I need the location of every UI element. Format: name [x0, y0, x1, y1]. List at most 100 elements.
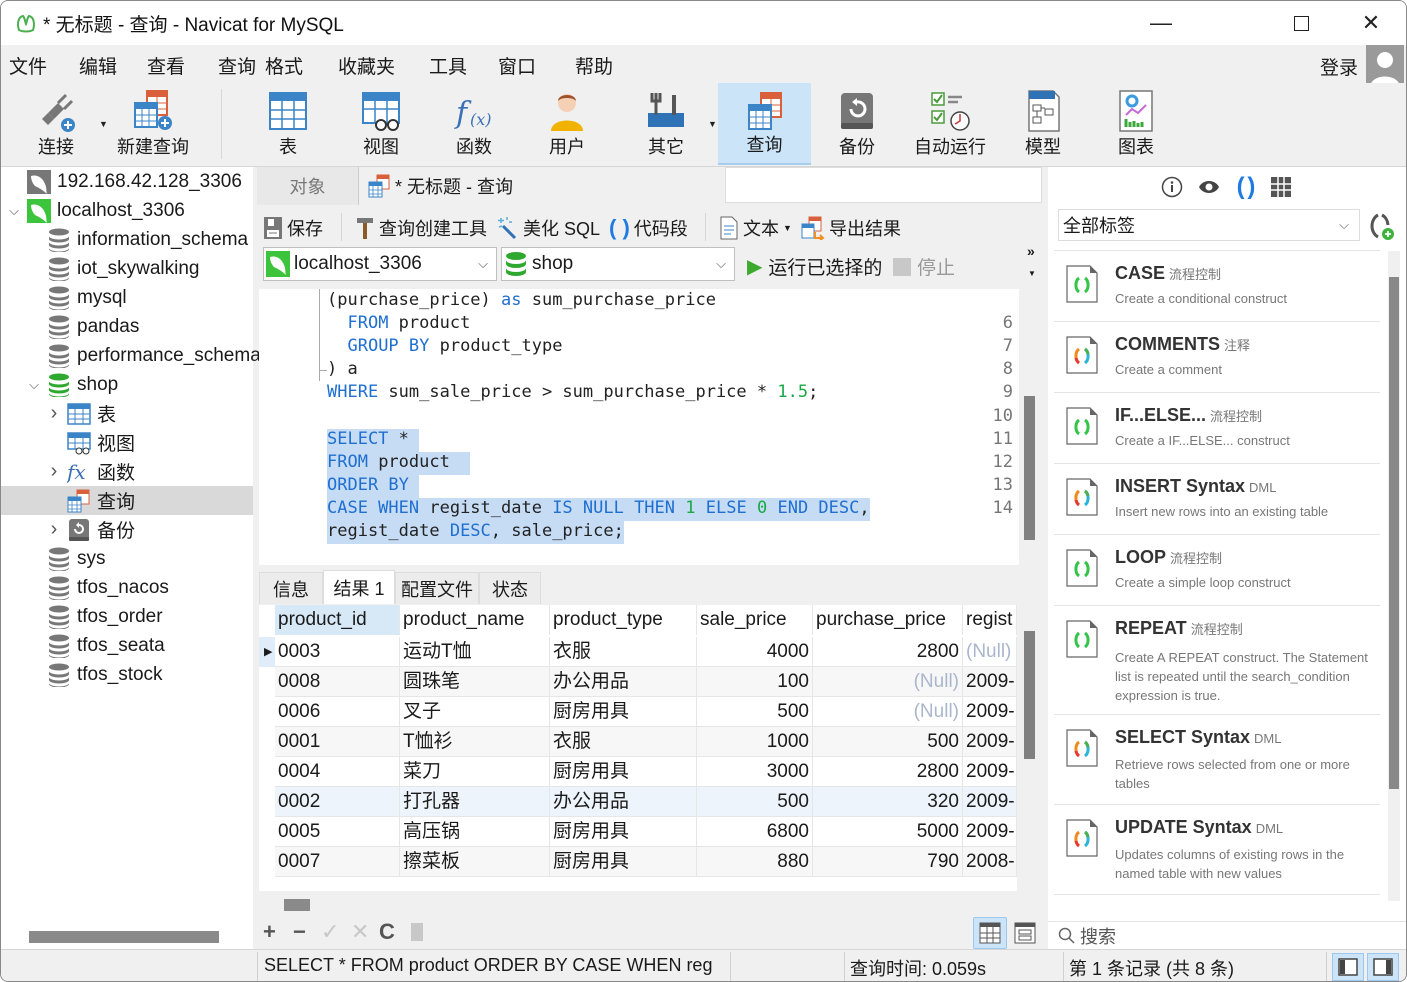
tab-info[interactable]: 信息: [259, 572, 323, 604]
table-cell[interactable]: 2009-: [963, 817, 1017, 847]
table-cell[interactable]: 0006: [275, 697, 400, 727]
toggle-left-panel-button[interactable]: [1332, 953, 1364, 981]
row-indicator[interactable]: [259, 847, 275, 877]
run-selected-button[interactable]: ▶ 运行已选择的: [747, 253, 882, 280]
tree-item-performance_schema[interactable]: performance_schema: [1, 341, 261, 370]
grid-horizontal-scrollbar-thumb[interactable]: [284, 899, 310, 911]
table-cell[interactable]: 4000: [697, 637, 813, 667]
toggle-right-panel-button[interactable]: [1367, 953, 1399, 981]
toolbar-backup-button[interactable]: 备份: [820, 83, 894, 165]
table-cell[interactable]: 厨房用具: [550, 757, 697, 787]
column-header-regist[interactable]: regist: [963, 605, 1017, 635]
tree-item-queries[interactable]: 查询: [1, 486, 253, 515]
chevron-down-icon[interactable]: ⌵: [7, 203, 21, 218]
tree-item-backups[interactable]: › 备份: [1, 515, 253, 544]
table-cell[interactable]: 0002: [275, 787, 400, 817]
grid-view-button[interactable]: [973, 917, 1007, 949]
tree-item-mysql[interactable]: mysql: [1, 283, 253, 312]
row-indicator[interactable]: [259, 697, 275, 727]
editor-scrollbar-thumb[interactable]: [1024, 396, 1035, 540]
table-cell[interactable]: (Null): [813, 667, 963, 697]
tab-profile[interactable]: 配置文件: [395, 572, 479, 604]
toolbar-new-query-button[interactable]: 新建查询: [111, 83, 195, 165]
stop-button[interactable]: 停止: [893, 253, 955, 280]
toolbar-overflow-dropdown-icon[interactable]: ▼: [1028, 269, 1036, 278]
table-row[interactable]: 0008 圆珠笔 办公用品 100 (Null) 2009-: [259, 667, 1017, 697]
table-row[interactable]: 0001 T恤衫 衣服 1000 500 2009-: [259, 727, 1017, 757]
table-cell[interactable]: 衣服: [550, 727, 697, 757]
current-row-indicator[interactable]: ▶: [259, 637, 275, 667]
table-cell[interactable]: 擦菜板: [400, 847, 550, 877]
menu-view[interactable]: 查看: [147, 52, 185, 79]
preview-tab-button[interactable]: [1197, 175, 1221, 199]
tree-item-tfos_stock[interactable]: tfos_stock: [1, 660, 253, 689]
table-cell[interactable]: 5000: [813, 817, 963, 847]
chevron-right-icon[interactable]: ›: [47, 402, 61, 424]
table-cell[interactable]: 办公用品: [550, 667, 697, 697]
table-cell[interactable]: 500: [697, 787, 813, 817]
table-cell[interactable]: 2008-: [963, 847, 1017, 877]
table-cell[interactable]: 2009-: [963, 787, 1017, 817]
toolbar-overflow-icon[interactable]: »: [1027, 243, 1035, 259]
code-snippet-button[interactable]: ( ) 代码段: [609, 215, 688, 241]
tree-item-tfos_nacos[interactable]: tfos_nacos: [1, 573, 253, 602]
table-cell[interactable]: 高压锅: [400, 817, 550, 847]
table-row[interactable]: 0005 高压锅 厨房用具 6800 5000 2009-: [259, 817, 1017, 847]
close-button[interactable]: ✕: [1336, 1, 1406, 45]
table-cell[interactable]: 2009-: [963, 757, 1017, 787]
column-header-product_type[interactable]: product_type: [550, 605, 697, 635]
tag-filter-select[interactable]: 全部标签 ⌵: [1058, 209, 1360, 241]
table-cell[interactable]: 运动T恤: [400, 637, 550, 667]
tree-item-tfos_order[interactable]: tfos_order: [1, 602, 253, 631]
info-tab-button[interactable]: [1160, 175, 1184, 199]
row-indicator[interactable]: [259, 727, 275, 757]
tab-query[interactable]: * 无标题 - 查询: [361, 167, 725, 205]
table-row[interactable]: 0004 菜刀 厨房用具 3000 2800 2009-: [259, 757, 1017, 787]
save-button[interactable]: 保存: [263, 215, 323, 241]
tree-item-sys[interactable]: sys: [1, 544, 253, 573]
code-line[interactable]: ) a: [327, 359, 358, 382]
code-line[interactable]: (purchase_price) as sum_purchase_price: [327, 290, 716, 313]
code-line[interactable]: FROM product: [327, 313, 470, 336]
code-line[interactable]: ORDER BY: [327, 474, 420, 498]
table-cell[interactable]: (Null): [963, 637, 1017, 667]
discard-changes-button[interactable]: ✕: [351, 919, 369, 945]
table-cell[interactable]: 2009-: [963, 697, 1017, 727]
snippet-search-input[interactable]: 搜索: [1048, 921, 1406, 949]
new-snippet-button[interactable]: [1366, 211, 1396, 241]
chevron-right-icon[interactable]: ›: [47, 460, 61, 482]
column-header-product_id[interactable]: product_id: [275, 605, 400, 635]
table-cell[interactable]: 2009-: [963, 667, 1017, 697]
tree-item-localhost_3306[interactable]: ⌵ localhost_3306: [1, 196, 253, 225]
table-cell[interactable]: 打孔器: [400, 787, 550, 817]
table-cell[interactable]: 100: [697, 667, 813, 697]
tree-item-shop[interactable]: ⌵ shop: [1, 370, 253, 399]
code-line[interactable]: FROM product: [327, 451, 471, 475]
tab-status[interactable]: 状态: [479, 572, 541, 604]
tree-item-19216842128_3306[interactable]: 192.168.42.128_3306: [1, 167, 253, 196]
menu-query[interactable]: 查询: [218, 52, 256, 79]
table-cell[interactable]: 1000: [697, 727, 813, 757]
column-header-product_name[interactable]: product_name: [400, 605, 550, 635]
code-line[interactable]: CASE WHEN regist_date IS NULL THEN 1 ELS…: [327, 497, 870, 521]
toolbar-chart-button[interactable]: 图表: [1099, 83, 1173, 165]
toolbar-connection-button[interactable]: 连接: [19, 83, 93, 165]
tree-item-information_schema[interactable]: information_schema: [1, 225, 253, 254]
table-cell[interactable]: 500: [813, 727, 963, 757]
table-cell[interactable]: 320: [813, 787, 963, 817]
code-line[interactable]: SELECT *: [327, 428, 420, 452]
table-cell[interactable]: 0005: [275, 817, 400, 847]
tree-item-functions[interactable]: › fx 函数: [1, 457, 253, 486]
table-cell[interactable]: 880: [697, 847, 813, 877]
column-header-purchase_price[interactable]: purchase_price: [813, 605, 963, 635]
tree-item-tables[interactable]: › 表: [1, 399, 253, 428]
table-row[interactable]: 0002 打孔器 办公用品 500 320 2009-: [259, 787, 1017, 817]
table-row[interactable]: 0006 叉子 厨房用具 500 (Null) 2009-: [259, 697, 1017, 727]
menu-window[interactable]: 窗口: [498, 52, 536, 79]
toolbar-function-button[interactable]: f (x) 函数: [437, 83, 511, 165]
others-dropdown-icon[interactable]: ▼: [708, 119, 717, 129]
table-cell[interactable]: 790: [813, 847, 963, 877]
database-select[interactable]: shop ⌵: [501, 247, 735, 281]
code-line[interactable]: GROUP BY product_type: [327, 336, 562, 359]
tree-item-pandas[interactable]: pandas: [1, 312, 253, 341]
